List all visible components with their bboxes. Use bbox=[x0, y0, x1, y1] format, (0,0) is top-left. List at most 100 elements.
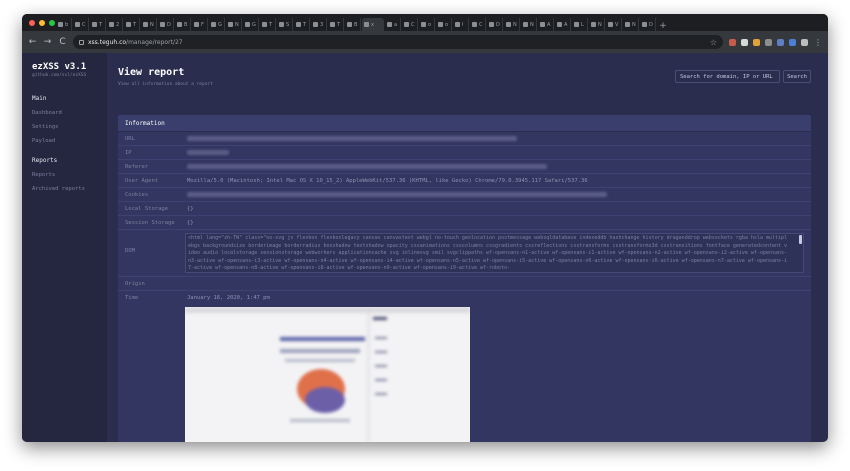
sidebar-item-dashboard[interactable]: Dashboard bbox=[32, 110, 107, 116]
browser-tab[interactable]: 3 bbox=[311, 18, 327, 31]
new-tab-icon[interactable]: + bbox=[657, 21, 669, 31]
tab-favicon-icon bbox=[506, 22, 511, 27]
sidebar-section-main: Main bbox=[32, 95, 47, 102]
tab-label: T bbox=[133, 21, 137, 28]
browser-tab[interactable]: C bbox=[73, 18, 89, 31]
row-key: Cookies bbox=[125, 192, 149, 198]
browser-tab[interactable]: 2 bbox=[107, 18, 123, 31]
lock-icon bbox=[79, 39, 84, 45]
address-bar[interactable]: xss.teguh.co/manage/report/27 ☆ bbox=[73, 35, 723, 49]
row-key: Origin bbox=[125, 281, 145, 287]
tab-label: G bbox=[252, 21, 256, 28]
row-time: Time January 16, 2020, 1:47 pm bbox=[118, 291, 811, 305]
extension-icon[interactable] bbox=[789, 38, 796, 46]
sidebar-item-reports[interactable]: Reports bbox=[32, 172, 107, 178]
browser-tab[interactable]: V bbox=[606, 18, 622, 31]
minimize-window-icon[interactable] bbox=[39, 19, 45, 26]
browser-tab[interactable]: F bbox=[192, 18, 208, 31]
tab-label: A bbox=[564, 21, 568, 28]
browser-tab[interactable]: B bbox=[175, 18, 191, 31]
browser-tab[interactable]: D bbox=[640, 18, 656, 31]
tab-label: T bbox=[303, 21, 307, 28]
extension-icon[interactable] bbox=[729, 38, 736, 46]
row-value-redacted bbox=[187, 164, 547, 171]
app: ezXSS v3.1 github.com/ssl/ezXSS Main Das… bbox=[22, 53, 828, 442]
browser-tab[interactable]: A bbox=[538, 18, 554, 31]
row-key: IP bbox=[125, 150, 132, 156]
browser-tab[interactable]: L bbox=[572, 18, 588, 31]
extension-icon[interactable] bbox=[753, 38, 760, 46]
browser-tab[interactable]: N bbox=[504, 18, 520, 31]
tab-favicon-icon bbox=[160, 22, 165, 27]
sidebar: ezXSS v3.1 github.com/ssl/ezXSS Main Das… bbox=[22, 53, 107, 442]
browser-menu-icon[interactable]: ⋮ bbox=[814, 38, 822, 47]
url-path: /manage/report/27 bbox=[126, 38, 183, 46]
row-key: URL bbox=[125, 136, 135, 142]
browser-tab[interactable]: N bbox=[623, 18, 639, 31]
dom-textarea[interactable]: <html lang="zh-TW" class="no-svg js flex… bbox=[185, 233, 804, 273]
tab-favicon-icon bbox=[591, 22, 596, 27]
browser-tab[interactable]: T bbox=[260, 18, 276, 31]
browser-tab[interactable]: N bbox=[589, 18, 605, 31]
dom-scrollbar[interactable] bbox=[799, 235, 802, 244]
browser-tab[interactable]: C bbox=[470, 18, 486, 31]
sidebar-item-archived-reports[interactable]: Archived reports bbox=[32, 186, 107, 192]
tab-favicon-icon bbox=[279, 22, 284, 27]
browser-tab[interactable]: N bbox=[521, 18, 537, 31]
browser-tab[interactable]: C bbox=[402, 18, 418, 31]
tab-label: L bbox=[581, 21, 584, 28]
tab-favicon-icon bbox=[313, 22, 318, 27]
sidebar-item-payload[interactable]: Payload bbox=[32, 138, 107, 144]
extension-icon[interactable] bbox=[741, 38, 748, 46]
tab-label: T bbox=[99, 21, 103, 28]
browser-tab[interactable]: G bbox=[209, 18, 225, 31]
tab-label: b bbox=[65, 21, 69, 28]
row-key: DOM bbox=[125, 248, 135, 254]
extension-icon[interactable] bbox=[801, 38, 808, 46]
maximize-window-icon[interactable] bbox=[49, 19, 55, 26]
tab-favicon-icon bbox=[228, 22, 233, 27]
forward-icon[interactable]: → bbox=[43, 37, 52, 47]
browser-tab[interactable]: T bbox=[294, 18, 310, 31]
close-window-icon[interactable] bbox=[29, 19, 35, 26]
browser-tab[interactable]: a bbox=[385, 18, 401, 31]
tab-label: D bbox=[167, 21, 171, 28]
tab-favicon-icon bbox=[455, 22, 460, 27]
bookmark-star-icon[interactable]: ☆ bbox=[710, 38, 717, 47]
reload-icon[interactable]: C bbox=[58, 37, 67, 47]
browser-tab[interactable]: S bbox=[277, 18, 293, 31]
back-icon[interactable]: ← bbox=[28, 37, 37, 47]
browser-tab[interactable]: D bbox=[487, 18, 503, 31]
browser-tab[interactable]: N bbox=[141, 18, 157, 31]
browser-tab[interactable]: G bbox=[243, 18, 259, 31]
browser-tabs: b C T 2 T N D B F G N G T S T 3 T Bx a Co o I C D N N A A L N V N D + bbox=[56, 14, 828, 31]
browser-tab[interactable]: D bbox=[158, 18, 174, 31]
report-screenshot[interactable] bbox=[185, 307, 470, 442]
browser-tab[interactable]: A bbox=[555, 18, 571, 31]
browser-tab[interactable]: B bbox=[345, 18, 361, 31]
row-local-storage: Local Storage {} bbox=[118, 202, 811, 216]
browser-tab[interactable]: b bbox=[56, 18, 72, 31]
browser-tab-active[interactable]: x bbox=[362, 18, 384, 31]
browser-tab[interactable]: I bbox=[453, 18, 469, 31]
brand-title[interactable]: ezXSS v3.1 bbox=[32, 62, 107, 72]
tab-label: A bbox=[547, 21, 551, 28]
browser-tab[interactable]: T bbox=[328, 18, 344, 31]
browser-tab[interactable]: o bbox=[419, 18, 435, 31]
extension-icon[interactable] bbox=[777, 38, 784, 46]
search-input[interactable] bbox=[675, 70, 780, 83]
browser-tab[interactable]: N bbox=[226, 18, 242, 31]
browser-tab[interactable]: T bbox=[124, 18, 140, 31]
row-value-redacted bbox=[187, 136, 517, 143]
window-controls bbox=[22, 19, 56, 26]
search-button[interactable]: Search bbox=[783, 70, 811, 83]
sidebar-item-settings[interactable]: Settings bbox=[32, 124, 107, 130]
extension-icon[interactable] bbox=[765, 38, 772, 46]
tab-label: S bbox=[286, 21, 290, 28]
browser-tab[interactable]: o bbox=[436, 18, 452, 31]
tab-favicon-icon bbox=[421, 22, 426, 27]
browser-tab[interactable]: T bbox=[90, 18, 106, 31]
tab-close-icon[interactable]: x bbox=[371, 22, 374, 28]
tab-favicon-icon bbox=[574, 22, 579, 27]
brand-subtitle: github.com/ssl/ezXSS bbox=[32, 73, 87, 78]
